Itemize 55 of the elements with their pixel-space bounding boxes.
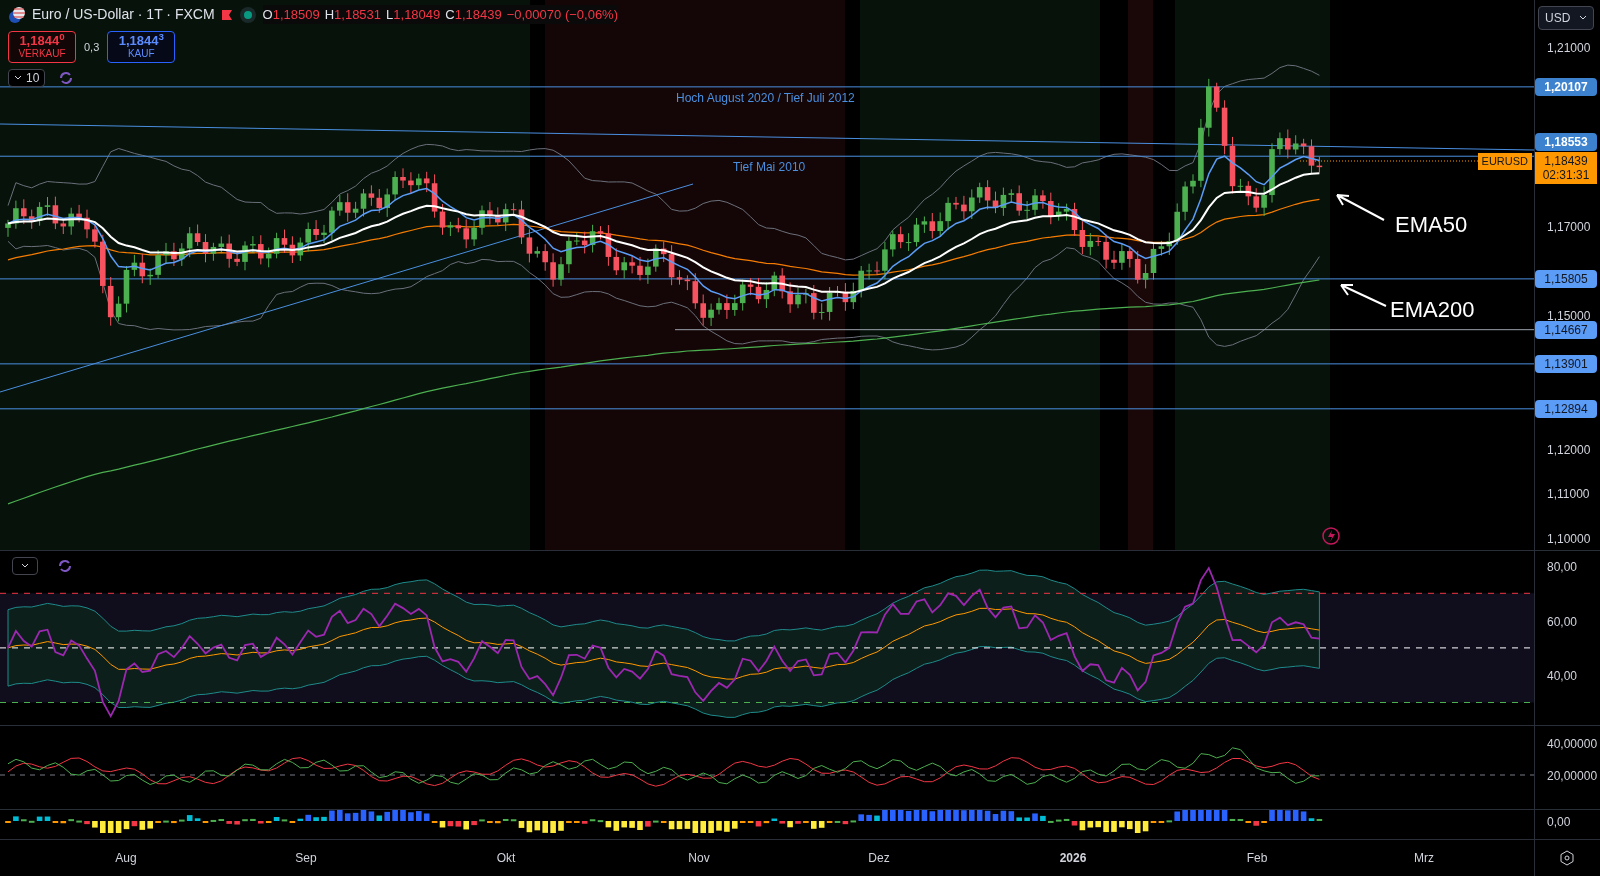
price-axis-label: 1,21000 <box>1547 40 1591 57</box>
chevron-down-icon <box>1579 15 1587 21</box>
flag-icon <box>220 8 233 21</box>
price-level-label: 1,15805 <box>1535 269 1597 288</box>
buy-button[interactable]: 1,1844$^{3}$ KAUF <box>107 31 176 63</box>
price-axis-label: 1,11000 <box>1547 486 1590 504</box>
refresh-icon <box>58 559 72 573</box>
price-axis-label: 1,17000 <box>1547 218 1591 236</box>
price-level-label: 1,14667 <box>1535 320 1597 339</box>
time-axis-label: Aug <box>115 850 137 867</box>
time-axis-label: Mrz <box>1414 850 1434 867</box>
refresh-icon <box>59 71 74 85</box>
time-axis-label: Okt <box>496 850 516 867</box>
rsi-axis-label: 40,00 <box>1547 668 1578 686</box>
price-change: −0,00070 (−0,06%) <box>506 5 618 24</box>
spread-value: 0,3 <box>84 39 100 55</box>
price-level-label: 1,18553 <box>1535 133 1597 151</box>
time-axis-label: Feb <box>1246 850 1268 867</box>
adx-axis-label: 40,00000 <box>1547 736 1598 753</box>
flag-icon <box>8 5 26 24</box>
price-axis-label: 1,12000 <box>1547 441 1591 459</box>
price-level-label: 1,20107 <box>1535 77 1597 96</box>
histogram-axis-label: 0,00 <box>1547 814 1571 831</box>
indicator-toggle[interactable]: 10 <box>8 69 46 87</box>
time-axis-label: 2026 <box>1059 850 1087 867</box>
sell-button[interactable]: 1,1844$^{0}$ VERKAUF <box>8 31 76 63</box>
ema-label: EMA50 <box>1395 211 1468 239</box>
lightning-icon <box>1321 526 1341 546</box>
ohlc-value: O1,18509 <box>262 5 320 24</box>
chevron-down-icon <box>21 563 29 569</box>
adx-axis-label: 20,00000 <box>1547 768 1598 785</box>
collapse-button[interactable] <box>12 557 38 575</box>
price-level-label: 1,13901 <box>1535 354 1597 373</box>
price-axis-label: 1,10000 <box>1547 531 1591 548</box>
ohlc-value: L1,18049 <box>386 5 441 24</box>
chevron-down-icon <box>14 75 22 81</box>
level-note: Hoch August 2020 / Tief Juli 2012 <box>676 90 855 107</box>
ema-label: EMA200 <box>1390 296 1475 324</box>
arrow-icon <box>1338 282 1388 308</box>
level-note: Tief Mai 2010 <box>733 159 806 176</box>
settings-icon <box>1559 850 1575 866</box>
current-price-label: 1,18439 02:31:31 <box>1535 152 1597 184</box>
arrow-icon <box>1334 192 1386 222</box>
time-axis-label: Dez <box>868 850 890 867</box>
ohlc-value: H1,18531 <box>324 5 382 24</box>
symbol-title: Euro / US-Dollar · 1T · FXCM <box>32 5 215 24</box>
price-level-label: 1,12894 <box>1535 399 1597 418</box>
rsi-axis-label: 80,00 <box>1547 559 1578 576</box>
time-axis-label: Nov <box>688 850 710 867</box>
time-axis-label: Sep <box>295 850 317 867</box>
currency-dropdown[interactable]: USD <box>1538 6 1594 30</box>
status-dot-icon <box>238 5 257 24</box>
symbol-tag: EURUSD <box>1477 153 1532 170</box>
rsi-axis-label: 60,00 <box>1547 613 1578 631</box>
ohlc-value: C1,18439 <box>445 5 502 24</box>
